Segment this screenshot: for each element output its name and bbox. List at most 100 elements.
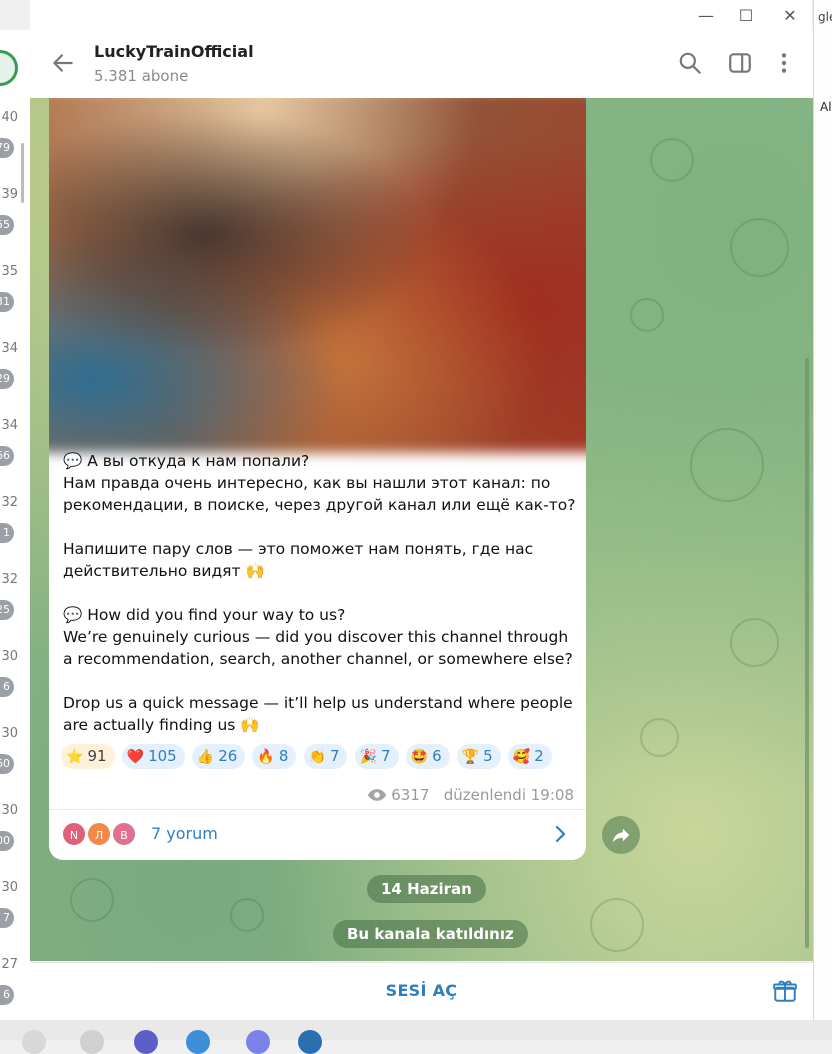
channel-title[interactable]: LuckyTrainOfficial: [94, 42, 254, 61]
unmute-button[interactable]: SESİ AÇ: [30, 963, 813, 1021]
reaction-clap[interactable]: 👏 7: [303, 744, 348, 769]
chevron-right-icon: [555, 825, 566, 843]
chat-time: 30: [1, 726, 18, 741]
share-button[interactable]: [602, 816, 640, 854]
maximize-button[interactable]: ☐: [736, 6, 756, 26]
party-popper-icon: 🎉: [359, 749, 378, 765]
subscriber-count: 5.381 abone: [94, 67, 189, 85]
background-window-edge: gle Al: [813, 0, 832, 1040]
unread-badge: 6: [0, 985, 14, 1005]
unread-badge: 25: [0, 600, 14, 620]
chat-time: 40: [1, 110, 18, 125]
reaction-star-struck[interactable]: 🤩 6: [405, 744, 450, 769]
reaction-count: 105: [148, 747, 177, 765]
chat-avatar[interactable]: [0, 50, 18, 86]
channel-post: 💬 А вы откуда к нам попали? Нам правда о…: [49, 98, 586, 860]
reaction-star[interactable]: ⭐ 91: [61, 744, 115, 769]
back-arrow-icon[interactable]: [50, 50, 76, 76]
unread-badge: 7: [0, 908, 14, 928]
reaction-fire[interactable]: 🔥 8: [252, 744, 297, 769]
chat-list-scrollbar[interactable]: [21, 143, 24, 203]
background-doodle: [640, 718, 679, 757]
taskbar-app-icon[interactable]: [298, 1030, 322, 1054]
unread-badge: 00: [0, 831, 14, 851]
background-doodle: [590, 898, 644, 952]
reaction-count: 7: [381, 747, 391, 765]
taskbar-app-icon[interactable]: [80, 1030, 104, 1054]
taskbar: [0, 1020, 832, 1054]
star-struck-icon: 🤩: [410, 749, 429, 765]
unread-badge: 1: [0, 523, 14, 543]
reaction-party[interactable]: 🎉 7: [354, 744, 399, 769]
comments-count: 7 yorum: [151, 824, 218, 843]
background-window-text: Al: [820, 100, 832, 114]
chat-time: 34: [1, 341, 18, 356]
chat-area[interactable]: 💬 А вы откуда к нам попали? Нам правда о…: [30, 98, 813, 961]
views-count: 6317: [391, 786, 430, 804]
unread-badge: 29: [0, 369, 14, 389]
reaction-heart[interactable]: ❤️ 105: [121, 744, 185, 769]
heart-icon: ❤️: [126, 749, 145, 765]
date-separator: 14 Haziran: [367, 875, 486, 903]
trophy-icon: 🏆: [461, 749, 480, 765]
commenter-avatar: N: [61, 821, 87, 847]
chat-time: 35: [1, 264, 18, 279]
reaction-count: 5: [483, 747, 493, 765]
chat-time: 30: [1, 649, 18, 664]
background-doodle: [70, 878, 114, 922]
smiling-hearts-icon: 🥰: [512, 749, 531, 765]
chat-scrollbar[interactable]: [805, 358, 809, 948]
taskbar-app-icon[interactable]: [246, 1030, 270, 1054]
gift-icon[interactable]: [772, 978, 798, 1004]
clap-icon: 👏: [308, 749, 326, 765]
taskbar-app-icon[interactable]: [186, 1030, 210, 1054]
background-doodle: [630, 298, 664, 332]
views-eye-icon: [368, 789, 387, 801]
chat-time: 32: [1, 495, 18, 510]
background-doodle: [690, 428, 764, 502]
minimize-button[interactable]: —: [696, 6, 716, 26]
unread-badge: 31: [0, 292, 14, 312]
background-doodle: [730, 618, 779, 667]
post-photo-blurred[interactable]: [49, 98, 586, 453]
reaction-thumbs-up[interactable]: 👍 26: [191, 744, 246, 769]
background-doodle: [650, 138, 694, 182]
unread-badge: 60: [0, 754, 14, 774]
more-vertical-icon[interactable]: [771, 50, 797, 76]
chat-time: 27: [1, 957, 18, 972]
window-titlebar: — ☐ ✕: [30, 0, 812, 30]
chat-time: 39: [1, 187, 18, 202]
reaction-smiling-hearts[interactable]: 🥰 2: [507, 744, 552, 769]
comments-button[interactable]: N Л B 7 yorum: [49, 810, 586, 860]
share-arrow-icon: [612, 828, 630, 843]
reaction-count: 2: [534, 747, 544, 765]
chat-time: 30: [1, 803, 18, 818]
sidebar-toggle-icon[interactable]: [727, 50, 753, 76]
unread-badge: 66: [0, 446, 14, 466]
search-icon[interactable]: [677, 50, 703, 76]
post-meta: 6317 düzenlendi 19:08: [367, 786, 574, 804]
background-doodle: [730, 218, 789, 277]
bottom-bar: SESİ AÇ: [30, 962, 813, 1021]
background-doodle: [230, 898, 264, 932]
reaction-count: 6: [432, 747, 442, 765]
chat-list-strip[interactable]: 40 79 39 55 35 31 34 29 34 66 32 1 32 25…: [0, 30, 30, 1020]
reaction-count: 91: [87, 747, 107, 765]
joined-service-message: Bu kanala katıldınız: [333, 920, 528, 948]
commenter-avatar: B: [111, 821, 137, 847]
reaction-count: 7: [329, 747, 340, 765]
close-button[interactable]: ✕: [780, 6, 800, 26]
reaction-count: 8: [278, 747, 289, 765]
taskbar-app-icon[interactable]: [22, 1030, 46, 1054]
reaction-trophy[interactable]: 🏆 5: [456, 744, 501, 769]
commenter-avatar: Л: [86, 821, 112, 847]
taskbar-app-icon[interactable]: [134, 1030, 158, 1054]
background-window-text: gle: [818, 10, 832, 24]
chat-time: 34: [1, 418, 18, 433]
chat-header: LuckyTrainOfficial 5.381 abone: [30, 30, 813, 99]
unread-badge: 55: [0, 215, 14, 235]
thumbs-up-icon: 👍: [196, 749, 215, 765]
post-text: 💬 А вы откуда к нам попали? Нам правда о…: [63, 452, 576, 734]
star-icon: ⭐: [66, 749, 84, 765]
fire-icon: 🔥: [257, 749, 275, 765]
